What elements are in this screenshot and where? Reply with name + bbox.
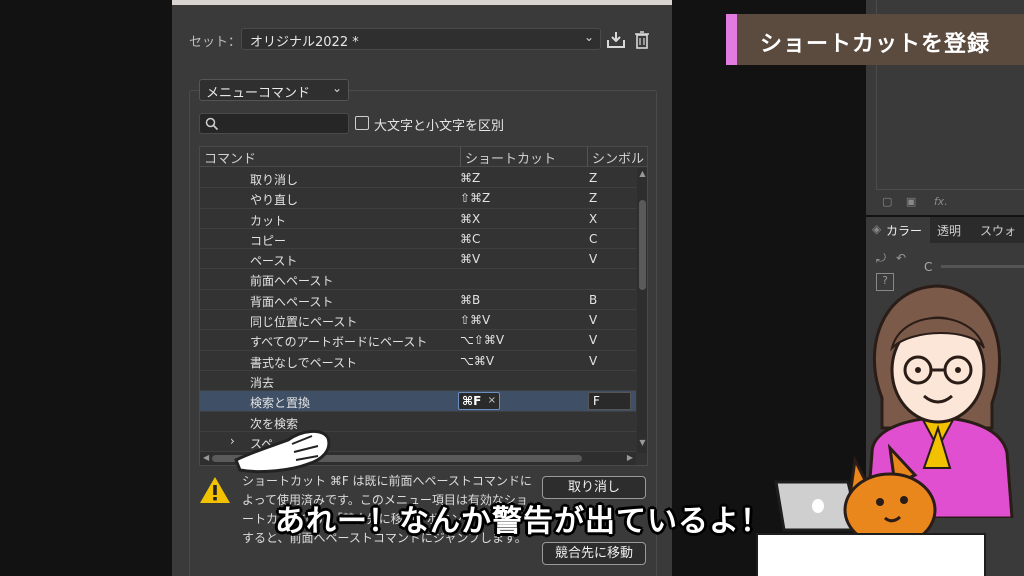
shortcut-cell: ⇧⌘Z	[460, 191, 491, 206]
chevron-down-icon: ⌄	[331, 81, 342, 95]
set-select[interactable]: オリジナル2022 * ⌄	[241, 28, 601, 50]
table-body: 取り消し ⌘Z Z やり直し ⇧⌘Z Z カット ⌘X X コピー ⌘C C ペ…	[200, 168, 636, 453]
panel-menu-icon[interactable]: ◈	[872, 222, 881, 236]
command-cell: すべてのアートボードにペースト	[250, 335, 428, 350]
table-row[interactable]: カット ⌘X X	[200, 209, 636, 229]
symbol-cell: V	[589, 333, 598, 348]
table-row[interactable]: やり直し ⇧⌘Z Z	[200, 188, 636, 209]
shortcut-edit-value: ⌘F	[462, 394, 482, 409]
search-icon	[205, 117, 219, 131]
screen: セット： オリジナル2022 * ⌄ メニューコマンド ⌄ 大文字と小文字を区別	[0, 0, 1024, 576]
command-cell: コピー	[250, 233, 287, 248]
cyan-label: C	[924, 260, 933, 274]
set-select-value: オリジナル2022 *	[250, 35, 359, 50]
warning-icon	[200, 477, 230, 503]
table-row[interactable]: 消去	[200, 371, 636, 392]
shortcut-edit-field[interactable]: ⌘F ×	[458, 392, 500, 411]
scroll-right-icon[interactable]: ▶	[627, 453, 633, 462]
command-cell: 書式なしでペースト	[250, 355, 358, 370]
swap-icon[interactable]: ⤾	[876, 251, 886, 266]
undo-icon[interactable]: ↶	[896, 251, 906, 265]
symbol-cell: C	[589, 231, 598, 246]
clear-shortcut-icon[interactable]: ×	[488, 395, 496, 406]
table-row[interactable]: 書式なしでペースト ⌥⌘V V	[200, 351, 636, 371]
table-row[interactable]: 取り消し ⌘Z Z	[200, 168, 636, 189]
symbol-cell: V	[589, 252, 598, 267]
desk-illustration	[756, 533, 986, 576]
column-symbol[interactable]: シンボル	[592, 148, 644, 167]
table-row-selected[interactable]: 検索と置換 ⌘F × F	[200, 391, 636, 412]
command-cell: ペースト	[250, 254, 298, 269]
table-row[interactable]: 前面へペースト	[200, 269, 636, 290]
title-banner: ショートカットを登録	[726, 14, 1024, 65]
shortcut-cell: ⌘B	[460, 292, 481, 307]
tab-color[interactable]: カラー	[886, 222, 922, 239]
command-type-value: メニューコマンド	[206, 86, 311, 101]
shortcut-cell: ⌘Z	[460, 171, 481, 185]
shortcut-cell: ⌘X	[460, 211, 481, 226]
vertical-scrollbar[interactable]: ▲ ▼	[637, 168, 647, 453]
column-divider	[587, 147, 588, 167]
column-divider	[460, 147, 461, 167]
symbol-cell: Z	[589, 191, 598, 206]
table-row[interactable]: 背面へペースト ⌘B B	[200, 290, 636, 311]
square-icon[interactable]: ▢	[882, 195, 892, 208]
command-cell: 消去	[250, 375, 275, 390]
column-command[interactable]: コマンド	[204, 148, 256, 167]
command-type-select[interactable]: メニューコマンド ⌄	[199, 79, 349, 101]
table-row[interactable]: すべてのアートボードにペースト ⌥⇧⌘V V	[200, 330, 636, 351]
command-cell: 取り消し	[250, 173, 299, 187]
symbol-cell: X	[589, 211, 598, 226]
keyboard-shortcuts-dialog: セット： オリジナル2022 * ⌄ メニューコマンド ⌄ 大文字と小文字を区別	[172, 0, 672, 576]
trash-icon[interactable]	[633, 30, 651, 50]
shortcut-cell: ⌘V	[460, 252, 481, 267]
pointing-hand-icon	[234, 430, 331, 474]
symbol-cell: B	[589, 292, 598, 307]
command-cell: 前面へペースト	[250, 274, 334, 289]
command-cell: 背面へペースト	[250, 294, 334, 309]
column-shortcut[interactable]: ショートカット	[465, 148, 556, 167]
shortcut-cell: ⌘C	[460, 231, 481, 246]
panel-footer: ▢ ▣ fx.	[882, 195, 948, 208]
scroll-thumb[interactable]	[639, 200, 646, 290]
table-row[interactable]: ペースト ⌘V V	[200, 249, 636, 270]
dialog-top-edge	[172, 0, 672, 5]
search-input[interactable]	[199, 113, 349, 134]
symbol-edit-value: F	[593, 394, 600, 409]
cyan-slider[interactable]	[941, 265, 1024, 268]
symbol-cell: Z	[589, 171, 598, 185]
banner-title: ショートカットを登録	[760, 32, 991, 57]
table-row[interactable]: コピー ⌘C C	[200, 229, 636, 250]
caption-subtitle: あれー！なんか警告が出ているよ！	[275, 504, 771, 539]
scroll-left-icon[interactable]: ◀	[203, 453, 209, 462]
shortcut-cell: ⌥⇧⌘V	[460, 333, 505, 348]
symbol-cell: V	[589, 353, 598, 368]
banner-accent-bar	[726, 14, 737, 65]
shortcut-cell: ⌥⌘V	[460, 353, 495, 368]
command-cell: 検索と置換	[250, 396, 311, 411]
symbol-edit-field[interactable]: F	[588, 392, 631, 411]
symbol-cell: V	[589, 313, 598, 328]
save-set-icon[interactable]	[605, 30, 627, 50]
tab-transparency[interactable]: 透明	[937, 222, 961, 239]
scroll-down-icon[interactable]: ▼	[637, 438, 647, 447]
command-cell: カット	[250, 213, 287, 228]
scroll-up-icon[interactable]: ▲	[637, 169, 647, 178]
color-panel-tabs: ◈ カラー 透明 スウォッ	[866, 217, 1024, 255]
set-label: セット：	[189, 35, 242, 50]
command-cell: やり直し	[250, 193, 299, 208]
table-header: コマンド ショートカット シンボル	[200, 147, 647, 167]
shortcut-cell: ⇧⌘V	[460, 313, 491, 328]
case-sensitive-label: 大文字と小文字を区別	[374, 119, 505, 134]
fx-icon[interactable]: fx.	[934, 195, 948, 208]
square-icon[interactable]: ▣	[906, 195, 916, 208]
chevron-down-icon: ⌄	[583, 30, 594, 44]
command-cell: 同じ位置にペースト	[250, 315, 358, 330]
table-row[interactable]: 同じ位置にペースト ⇧⌘V V	[200, 310, 636, 331]
case-sensitive-checkbox[interactable]	[355, 116, 369, 130]
go-to-conflict-button[interactable]: 競合先に移動	[542, 542, 646, 565]
